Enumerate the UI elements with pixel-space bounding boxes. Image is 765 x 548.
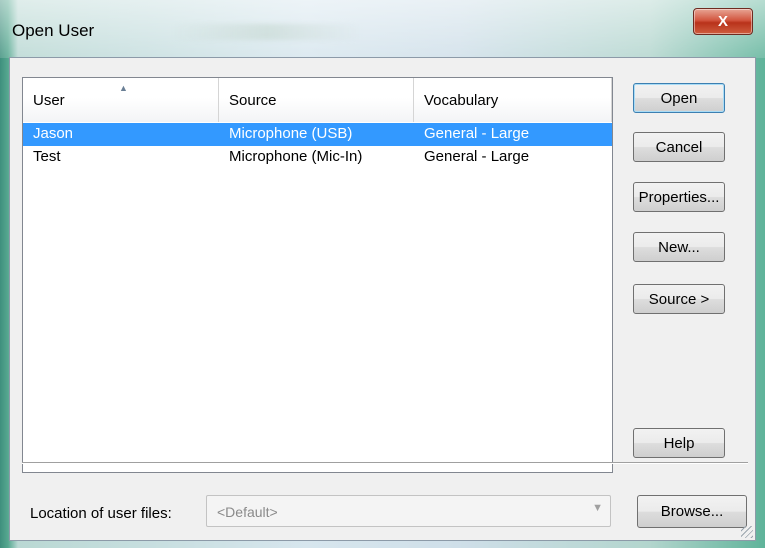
column-header-label: Vocabulary <box>424 92 499 109</box>
column-header-user[interactable]: User ▲ <box>23 78 219 122</box>
resize-grip-icon[interactable] <box>741 526 753 538</box>
help-button[interactable]: Help <box>633 428 725 458</box>
browse-button[interactable]: Browse... <box>637 495 747 528</box>
dropdown-arrow-icon: ▼ <box>592 502 603 514</box>
cell-vocabulary: General - Large <box>424 148 530 165</box>
window-title: Open User <box>12 21 95 40</box>
column-header-source[interactable]: Source <box>219 78 414 122</box>
background-window-ghost <box>172 24 362 40</box>
column-header-label: User <box>33 92 65 109</box>
list-row-jason[interactable]: Jason Microphone (USB) General - Large <box>23 123 612 146</box>
properties-button[interactable]: Properties... <box>633 182 725 212</box>
dialog-client-area: User ▲ Source Vocabulary Jason Microphon… <box>9 57 756 541</box>
source-button[interactable]: Source > <box>633 284 725 314</box>
title-bar[interactable]: Open User X <box>0 0 765 58</box>
cell-user: Jason <box>33 125 74 142</box>
cell-vocabulary: General - Large <box>424 125 530 142</box>
cell-user: Test <box>33 148 61 165</box>
cancel-button[interactable]: Cancel <box>633 132 725 162</box>
new-button[interactable]: New... <box>633 232 725 262</box>
list-row-test[interactable]: Test Microphone (Mic-In) General - Large <box>23 146 612 169</box>
user-list[interactable]: User ▲ Source Vocabulary Jason Microphon… <box>22 77 613 473</box>
cell-source: Microphone (USB) <box>229 125 353 142</box>
location-value: <Default> <box>217 504 278 520</box>
separator <box>22 462 748 464</box>
location-label: Location of user files: <box>30 505 172 522</box>
cell-source: Microphone (Mic-In) <box>229 148 363 165</box>
location-combo: <Default> ▼ <box>206 495 611 527</box>
dialog-window: Open User X User ▲ Source Vocabulary Jas… <box>0 0 765 548</box>
close-button[interactable]: X <box>693 8 753 35</box>
close-icon: X <box>717 13 728 30</box>
sort-ascending-icon: ▲ <box>119 83 128 93</box>
list-header: User ▲ Source Vocabulary <box>23 78 612 122</box>
column-header-vocabulary[interactable]: Vocabulary <box>414 78 612 122</box>
column-header-label: Source <box>229 92 277 109</box>
open-button[interactable]: Open <box>633 83 725 113</box>
